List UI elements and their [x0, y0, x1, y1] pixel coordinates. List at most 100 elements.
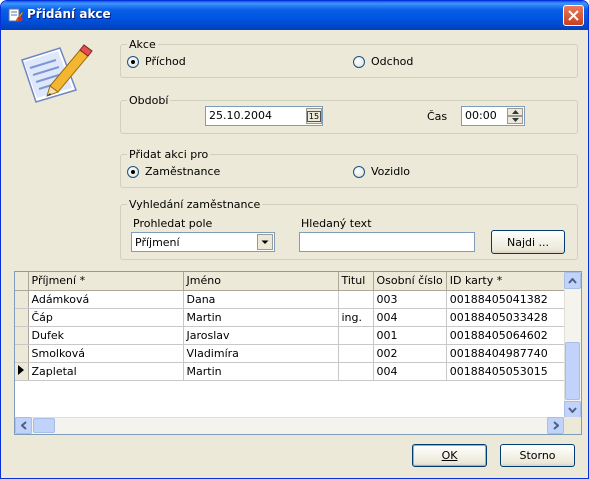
radio-vozidlo-label: Vozidlo: [371, 165, 410, 178]
cell-prijmeni[interactable]: Zapletal: [28, 362, 184, 381]
spin-down-icon: [511, 118, 519, 122]
table-row[interactable]: Adámková Dana 003 00188405041382: [15, 290, 575, 309]
date-value: 25.10.2004: [209, 109, 272, 122]
pridat-pro-group: Přidat akci pro Zaměstnance Vozidlo: [120, 148, 578, 188]
table-row[interactable]: Čáp Martin ing. 004 00188405033428: [15, 308, 575, 327]
table-row[interactable]: Dufek Jaroslav 001 00188405064602: [15, 326, 575, 345]
cell-titul[interactable]: [338, 344, 374, 363]
col-titul[interactable]: Titul: [338, 272, 374, 291]
obdobi-legend: Období: [127, 94, 171, 107]
radio-odchod[interactable]: Odchod: [353, 55, 413, 68]
scroll-down-icon: [568, 406, 577, 413]
cell-prijmeni[interactable]: Adámková: [28, 290, 184, 309]
radio-prichod-label: Příchod: [145, 55, 186, 68]
vyhledani-group: Vyhledání zaměstnance Prohledat pole Pří…: [120, 198, 578, 260]
vertical-scrollbar[interactable]: [564, 272, 581, 418]
scroll-left-button[interactable]: [15, 417, 32, 434]
time-down-button[interactable]: [507, 116, 523, 124]
ok-label: OK: [441, 449, 458, 462]
document-pencil-icon: [21, 44, 93, 103]
akce-group: Akce Příchod Odchod: [120, 38, 578, 78]
employee-table: Příjmení * Jméno Titul Osobní číslo ID k…: [15, 272, 575, 381]
table-header-row: Příjmení * Jméno Titul Osobní číslo ID k…: [15, 272, 575, 291]
akce-legend: Akce: [127, 38, 158, 51]
cell-titul[interactable]: [338, 362, 374, 381]
cell-prijmeni[interactable]: Čáp: [28, 308, 184, 327]
app-icon: [8, 8, 23, 22]
radio-zamestnance-dot[interactable]: [127, 165, 139, 178]
employee-grid[interactable]: Příjmení * Jméno Titul Osobní číslo ID k…: [14, 271, 582, 435]
cell-titul[interactable]: ing.: [338, 308, 374, 327]
row-indicator-current: [15, 362, 29, 381]
horizontal-scrollbar[interactable]: [15, 417, 564, 434]
table-row[interactable]: Smolková Vladimíra 002 00188404987740: [15, 344, 575, 363]
cell-jmeno[interactable]: Jaroslav: [183, 326, 339, 345]
radio-zamestnance[interactable]: Zaměstnance: [127, 165, 220, 178]
row-indicator: [15, 344, 29, 363]
cell-osobni-cislo[interactable]: 004: [373, 362, 447, 381]
cell-osobni-cislo[interactable]: 003: [373, 290, 447, 309]
close-icon: [568, 10, 579, 21]
hledany-text-input[interactable]: [299, 232, 475, 252]
ok-button[interactable]: OK: [412, 444, 487, 467]
cell-jmeno[interactable]: Martin: [183, 362, 339, 381]
col-prijmeni[interactable]: Příjmení *: [28, 272, 184, 291]
header-indicator: [15, 272, 29, 291]
row-indicator: [15, 308, 29, 327]
cell-osobni-cislo[interactable]: 004: [373, 308, 447, 327]
dialog-window: Přidání akce Akce Příchod Odchod Období …: [0, 0, 589, 479]
pridat-pro-legend: Přidat akci pro: [127, 148, 211, 161]
row-indicator: [15, 290, 29, 309]
scroll-down-button[interactable]: [564, 401, 581, 418]
hledany-text-label: Hledaný text: [301, 217, 372, 230]
radio-prichod-dot[interactable]: [127, 55, 139, 68]
scroll-up-icon: [568, 277, 577, 284]
window-title: Přidání akce: [27, 7, 111, 21]
calendar-button[interactable]: 15: [306, 108, 322, 124]
radio-vozidlo[interactable]: Vozidlo: [353, 165, 410, 178]
radio-zamestnance-label: Zaměstnance: [145, 165, 221, 178]
scroll-left-icon: [20, 421, 27, 430]
horizontal-scroll-thumb[interactable]: [33, 418, 55, 433]
cell-jmeno[interactable]: Martin: [183, 308, 339, 327]
cell-jmeno[interactable]: Dana: [183, 290, 339, 309]
cell-id-karty[interactable]: 00188404987740: [446, 344, 575, 363]
cell-id-karty[interactable]: 00188405064602: [446, 326, 575, 345]
radio-prichod[interactable]: Příchod: [127, 55, 186, 68]
dropdown-button[interactable]: [257, 234, 273, 250]
obdobi-group: Období 25.10.2004 15 Čas 00:00: [120, 94, 578, 134]
col-id-karty[interactable]: ID karty *: [446, 272, 575, 291]
cell-jmeno[interactable]: Vladimíra: [183, 344, 339, 363]
col-jmeno[interactable]: Jméno: [183, 272, 339, 291]
radio-vozidlo-dot[interactable]: [353, 165, 365, 178]
time-value: 00:00: [465, 109, 497, 122]
radio-odchod-dot[interactable]: [353, 55, 365, 68]
cell-titul[interactable]: [338, 326, 374, 345]
cell-osobni-cislo[interactable]: 002: [373, 344, 447, 363]
cell-id-karty[interactable]: 00188405041382: [446, 290, 575, 309]
scroll-right-icon: [552, 421, 559, 430]
scroll-right-button[interactable]: [547, 417, 564, 434]
cell-id-karty[interactable]: 00188405033428: [446, 308, 575, 327]
scroll-up-button[interactable]: [564, 272, 581, 289]
najdi-label: Najdi ...: [506, 235, 550, 249]
col-osobni-cislo[interactable]: Osobní číslo: [373, 272, 447, 291]
cell-titul[interactable]: [338, 290, 374, 309]
cell-osobni-cislo[interactable]: 001: [373, 326, 447, 345]
cell-prijmeni[interactable]: Smolková: [28, 344, 184, 363]
prohledat-pole-select[interactable]: Příjmení: [131, 232, 275, 252]
vertical-scroll-thumb[interactable]: [565, 342, 580, 400]
cas-label: Čas: [427, 110, 448, 123]
time-up-button[interactable]: [507, 108, 523, 116]
dialog-client-area: Akce Příchod Odchod Období 25.10.2004 15…: [4, 30, 585, 476]
spin-up-icon: [511, 110, 519, 114]
cell-id-karty[interactable]: 00188405053015: [446, 362, 575, 381]
najdi-button[interactable]: Najdi ...: [491, 230, 565, 254]
title-bar[interactable]: Přidání akce: [1, 1, 588, 30]
table-row[interactable]: Zapletal Martin 004 00188405053015: [15, 362, 575, 381]
storno-label: Storno: [519, 449, 556, 462]
storno-button[interactable]: Storno: [500, 444, 575, 467]
cell-prijmeni[interactable]: Dufek: [28, 326, 184, 345]
close-button[interactable]: [563, 5, 584, 26]
vyhledani-legend: Vyhledání zaměstnance: [127, 198, 263, 211]
